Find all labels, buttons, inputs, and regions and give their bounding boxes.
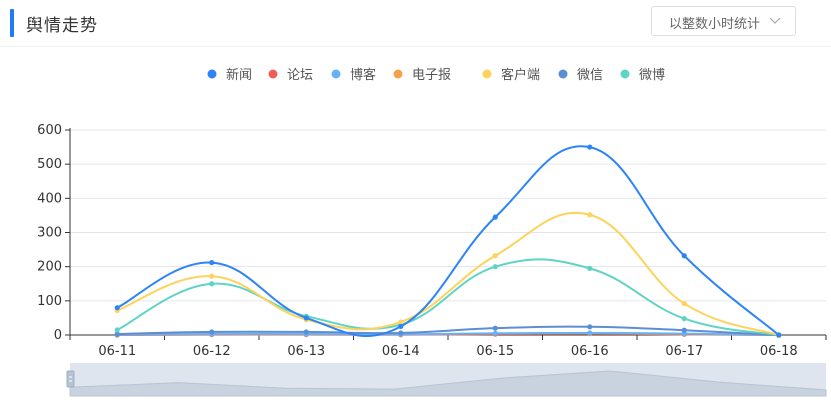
x-tick-label: 06-14 [382, 344, 420, 359]
series-line [116, 258, 779, 336]
data-point[interactable] [114, 327, 120, 333]
y-tick-label: 200 [37, 260, 62, 275]
series-5 [114, 212, 782, 338]
legend-item[interactable]: 博客 [331, 67, 377, 83]
data-point[interactable] [114, 305, 120, 311]
legend-item[interactable]: 微博 [620, 68, 666, 83]
data-point[interactable] [303, 329, 309, 335]
legend-marker [620, 69, 630, 79]
data-point[interactable] [587, 144, 593, 150]
chart-legend: 新闻 论坛 博客 电子报 客户端 微信 微博 [207, 67, 666, 83]
data-point[interactable] [587, 265, 593, 271]
legend-item[interactable]: 微信 [558, 68, 604, 83]
data-point[interactable] [398, 319, 404, 325]
y-tick-label: 400 [37, 191, 62, 206]
legend-label: 新闻 [226, 67, 252, 83]
data-point[interactable] [776, 332, 782, 338]
x-tick-label: 06-16 [571, 344, 609, 359]
x-tick-label: 06-17 [665, 344, 703, 359]
zoom-handle-grip[interactable] [66, 370, 75, 388]
legend-label: 客户端 [501, 67, 540, 83]
data-point[interactable] [492, 264, 498, 270]
data-point[interactable] [681, 316, 687, 322]
panel-title: 舆情走势 [26, 16, 98, 36]
data-point[interactable] [587, 324, 593, 330]
data-point[interactable] [587, 330, 593, 336]
data-point[interactable] [492, 214, 498, 220]
x-tick-label: 06-18 [760, 344, 798, 359]
data-zoom-slider[interactable] [66, 363, 827, 397]
data-point[interactable] [398, 330, 404, 336]
trend-chart: 新闻 论坛 博客 电子报 客户端 微信 微博 0 100 200 300 400 500 600 06-… [37, 67, 827, 397]
data-point[interactable] [492, 253, 498, 259]
chart-grid [70, 129, 826, 302]
stat-mode-select-label: 以整数小时统计 [669, 17, 761, 32]
series-7 [114, 258, 782, 338]
y-axis: 0 100 200 300 400 500 600 [37, 123, 71, 343]
data-point[interactable] [681, 300, 687, 307]
legend-label: 微博 [639, 68, 665, 83]
legend-item[interactable]: 新闻 [207, 67, 253, 83]
chevron-down-icon [769, 17, 781, 24]
chart-series [114, 144, 782, 338]
panel-header: 舆情走势 以整数小时统计 [0, 0, 831, 47]
data-point[interactable] [303, 315, 309, 321]
data-point[interactable] [209, 329, 215, 335]
data-point[interactable] [209, 273, 215, 279]
y-tick-label: 0 [54, 328, 62, 343]
data-point[interactable] [492, 325, 498, 331]
stat-mode-select[interactable]: 以整数小时统计 [651, 6, 796, 36]
legend-label: 电子报 [412, 68, 451, 83]
y-tick-label: 500 [37, 157, 62, 172]
x-axis: 06-11 06-12 06-13 06-14 06-15 06-16 06-17 06-18 [69, 334, 827, 359]
legend-item[interactable]: 电子报 [393, 68, 452, 83]
x-tick-label: 06-13 [287, 344, 325, 359]
legend-label: 博客 [350, 67, 376, 83]
x-tick-label: 06-11 [98, 344, 136, 359]
legend-marker [268, 69, 278, 79]
legend-marker [393, 69, 403, 79]
y-tick-label: 100 [37, 294, 62, 309]
data-point[interactable] [681, 253, 687, 259]
data-point[interactable] [398, 323, 404, 330]
x-tick-label: 06-12 [193, 344, 231, 359]
data-point[interactable] [209, 281, 215, 287]
zoom-handle[interactable] [66, 370, 75, 388]
data-point[interactable] [587, 212, 593, 218]
title-accent-bar [10, 9, 14, 37]
series-1 [114, 144, 782, 338]
y-tick-label: 600 [37, 123, 62, 138]
legend-item[interactable]: 论坛 [268, 68, 314, 83]
y-tick-label: 300 [37, 226, 62, 241]
legend-marker [558, 69, 568, 79]
series-line [116, 145, 780, 338]
legend-marker [331, 69, 341, 79]
legend-marker [207, 69, 217, 79]
data-point[interactable] [209, 259, 215, 266]
legend-label: 微信 [577, 68, 603, 83]
legend-label: 论坛 [287, 68, 313, 83]
data-point[interactable] [492, 330, 498, 336]
x-tick-label: 06-15 [476, 344, 514, 359]
legend-marker [482, 69, 492, 79]
data-point[interactable] [681, 327, 687, 333]
legend-item[interactable]: 客户端 [482, 67, 541, 83]
